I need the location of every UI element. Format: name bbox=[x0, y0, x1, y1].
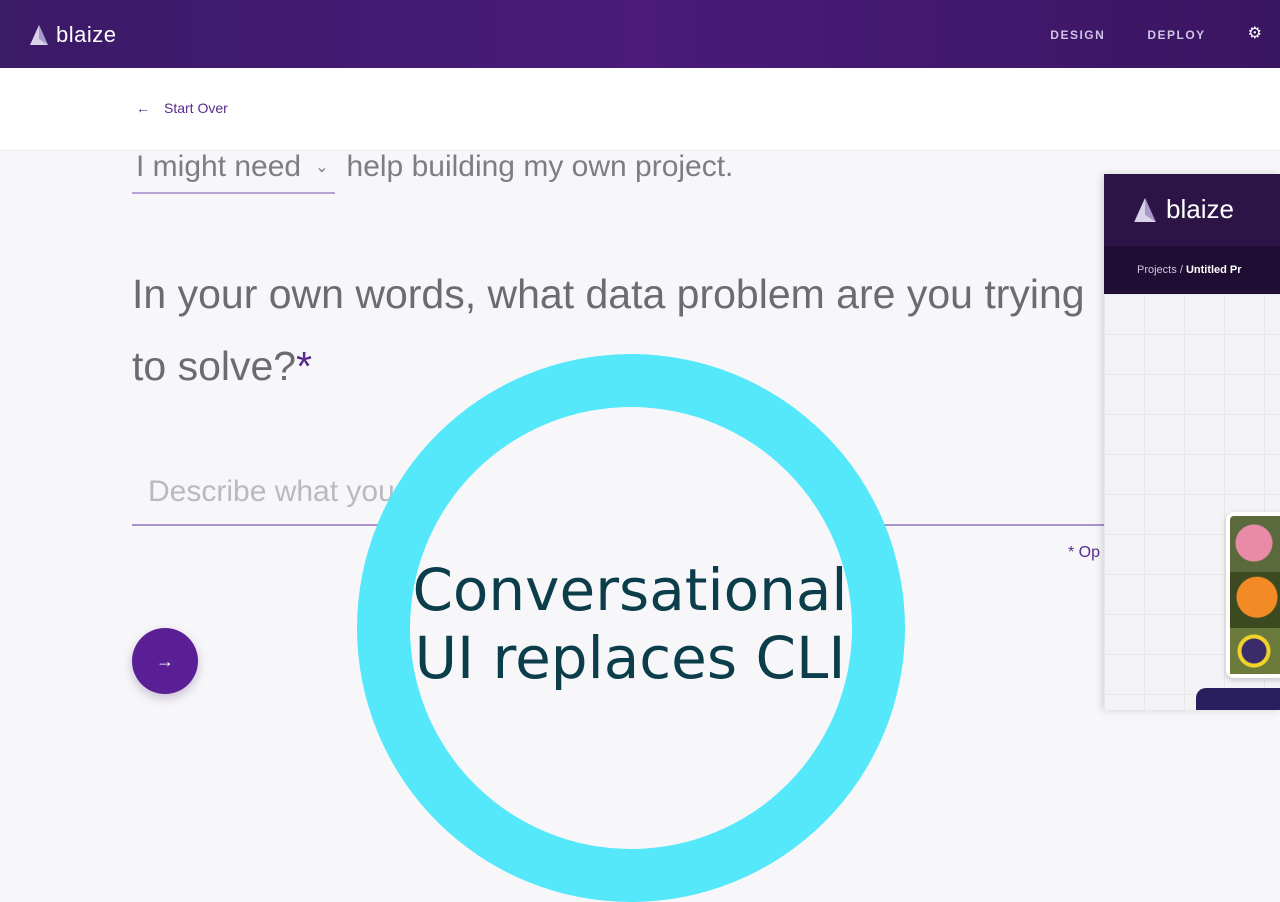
main-nav: DESIGN DEPLOY ⚙ bbox=[1050, 23, 1280, 43]
flower-image bbox=[1230, 572, 1280, 628]
app-preview-panel: blaize Projects / Untitled Pr bbox=[1104, 174, 1280, 710]
nav-deploy[interactable]: DEPLOY bbox=[1147, 28, 1205, 42]
need-dropdown[interactable]: I might need ⌄ bbox=[132, 150, 335, 194]
arrow-right-icon: → bbox=[156, 650, 174, 671]
blaize-logo-icon bbox=[1134, 197, 1156, 222]
top-navbar: blaize DESIGN DEPLOY ⚙ bbox=[0, 0, 1280, 68]
gear-icon[interactable]: ⚙ bbox=[1248, 23, 1262, 43]
start-over-label: Start Over bbox=[164, 100, 228, 116]
arrow-left-icon: ← bbox=[136, 100, 150, 116]
breadcrumb-current: Untitled Pr bbox=[1185, 264, 1242, 276]
start-over-link[interactable]: ← Start Over bbox=[136, 100, 228, 116]
breadcrumb: Projects / Untitled Pr bbox=[1137, 264, 1242, 276]
nav-design[interactable]: DESIGN bbox=[1050, 28, 1105, 42]
flower-image bbox=[1230, 628, 1280, 674]
dropdown-value: I might need bbox=[136, 150, 302, 183]
preview-button[interactable] bbox=[1196, 688, 1280, 710]
chevron-down-icon: ⌄ bbox=[315, 159, 329, 176]
overlay-caption: Conversational UI replaces CLI bbox=[360, 556, 900, 692]
flower-image bbox=[1230, 516, 1280, 576]
breadcrumb-separator: / bbox=[1179, 264, 1183, 276]
breadcrumb-root[interactable]: Projects bbox=[1137, 264, 1177, 276]
image-thumbnail-card[interactable] bbox=[1226, 512, 1280, 678]
sentence-rest: help building my own project. bbox=[346, 150, 734, 183]
overlay-line-1: Conversational bbox=[412, 556, 848, 624]
sub-header: ← Start Over bbox=[0, 68, 1280, 151]
overlay-line-2: UI replaces CLI bbox=[414, 624, 846, 692]
brand-logo[interactable]: blaize bbox=[30, 22, 116, 48]
blaize-logo-icon bbox=[30, 25, 48, 45]
preview-brand-name: blaize bbox=[1166, 194, 1234, 224]
brand-name: blaize bbox=[56, 22, 117, 47]
preview-breadcrumb-bar: Projects / Untitled Pr bbox=[1104, 246, 1280, 294]
next-button[interactable]: → bbox=[132, 628, 198, 694]
optional-note: * Op bbox=[1068, 544, 1101, 561]
required-mark: * bbox=[296, 343, 313, 389]
preview-logo: blaize bbox=[1134, 194, 1234, 225]
intent-sentence: I might need ⌄ help building my own proj… bbox=[132, 150, 733, 194]
